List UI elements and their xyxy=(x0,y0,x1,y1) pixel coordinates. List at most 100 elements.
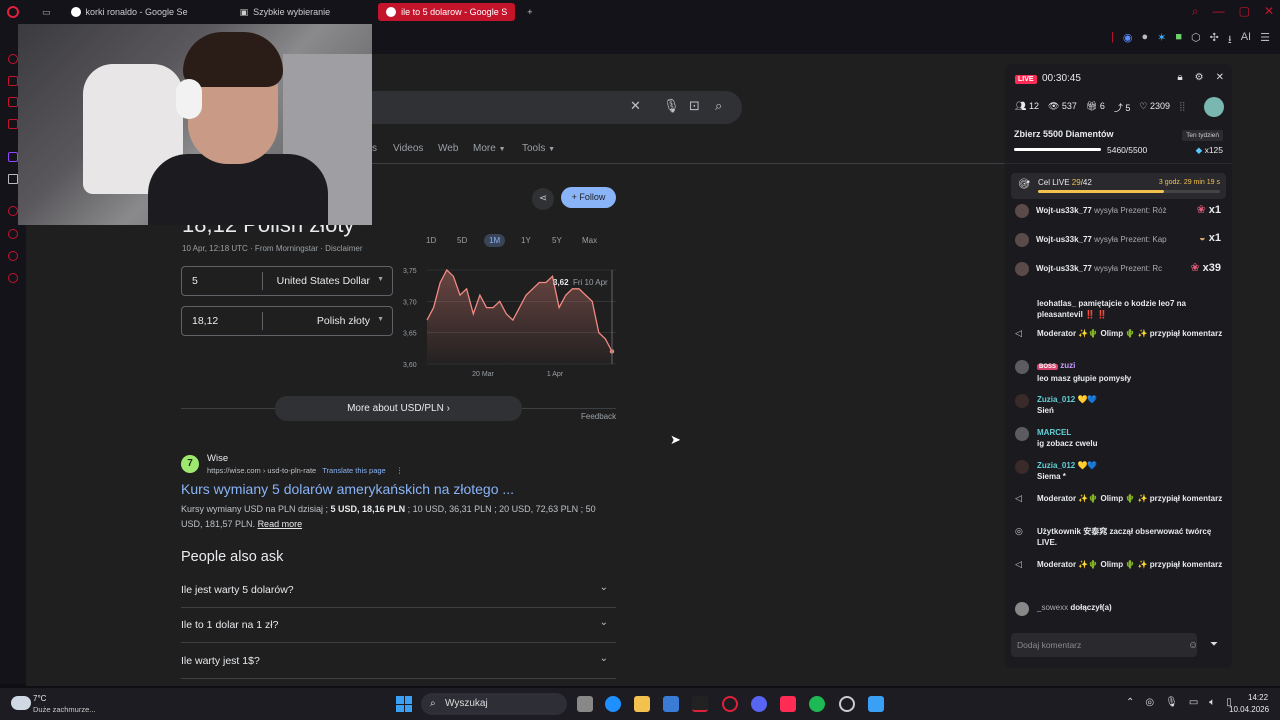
caret-down-icon[interactable]: ▼ xyxy=(377,316,384,323)
from-amount-input[interactable]: 5 xyxy=(192,275,198,287)
store-icon[interactable] xyxy=(663,696,679,712)
lock-icon[interactable]: 🔒︎ xyxy=(1177,72,1182,83)
puzzle-icon[interactable]: ✣ xyxy=(1210,31,1219,50)
chat-user[interactable]: Moderator ✨🌵 Olimp 🌵 ✨ xyxy=(1037,329,1148,338)
minimize-button[interactable]: — xyxy=(1213,4,1225,19)
weather-temp[interactable]: 7°C xyxy=(33,694,46,703)
comment-input[interactable]: Dodaj komentarz xyxy=(1011,633,1197,657)
extension-icon[interactable]: ⬡ xyxy=(1191,31,1201,50)
tab-active-search[interactable]: ile to 5 dolarow - Google S xyxy=(378,3,516,21)
x-icon[interactable] xyxy=(8,174,18,184)
follow-button[interactable]: + Follow xyxy=(561,187,616,208)
extension-icon[interactable]: ✶ xyxy=(1157,31,1166,50)
search-icon[interactable]: ⌕ xyxy=(715,98,722,114)
more-options-icon[interactable]: ⋮ xyxy=(396,466,404,475)
mic-icon[interactable]: 🎙︎ xyxy=(1165,697,1178,708)
taskbar-search[interactable]: Wyszukaj xyxy=(421,693,567,715)
clear-search-icon[interactable]: ✕ xyxy=(630,98,641,114)
search-tabs-icon[interactable]: ⌕ xyxy=(1192,4,1199,19)
filter-icon[interactable]: ⏷ xyxy=(1210,639,1218,650)
close-button[interactable]: ✕ xyxy=(1264,4,1274,19)
more-about-button[interactable]: More about USD/PLN › xyxy=(275,396,522,421)
result-title-link[interactable]: Kurs wymiany 5 dolarów amerykańskich na … xyxy=(181,481,514,497)
chat-user[interactable]: Zuzia_012 💛💙 xyxy=(1037,461,1097,470)
live-goal-box[interactable]: 🎯︎ Cel LIVE 29/42 3 godz. 29 min 19 s xyxy=(1011,173,1226,199)
result-url[interactable]: https://wise.com › usd-to-pln-rate Transl… xyxy=(207,466,403,475)
sidebar-icon[interactable] xyxy=(8,54,18,64)
sidebar-icon[interactable] xyxy=(8,119,18,129)
range-1y[interactable]: 1Y xyxy=(521,236,531,245)
avatar[interactable] xyxy=(1015,360,1029,374)
paa-question[interactable]: Ile jest warty 5 dolarów? ⌄ xyxy=(181,573,616,608)
sidebar-icon[interactable] xyxy=(8,206,18,216)
app-icon[interactable] xyxy=(692,696,708,712)
tab-speed-dial[interactable]: ▣ Szybkie wybieranie xyxy=(232,3,339,21)
twitch-icon[interactable] xyxy=(8,152,18,162)
chat-user[interactable]: Moderator ✨🌵 Olimp 🌵 ✨ xyxy=(1037,494,1148,503)
mic-icon[interactable]: 🎙 xyxy=(663,98,680,114)
chat-user[interactable]: Użytkownik 安泰窕 xyxy=(1037,527,1107,536)
result-site-name[interactable]: Wise xyxy=(207,453,228,464)
edge-icon[interactable] xyxy=(605,696,621,712)
nav-tab-videos[interactable]: Videos xyxy=(393,143,423,154)
chat-user[interactable]: Zuzia_012 💛💙 xyxy=(1037,395,1097,404)
spotify-icon[interactable] xyxy=(809,696,825,712)
search-input[interactable] xyxy=(372,91,742,124)
tab-workspaces[interactable]: ▭ xyxy=(34,3,59,21)
tiktok-icon[interactable] xyxy=(780,696,796,712)
usd-pln-chart[interactable]: 3,62 Fri 10 Apr 3,75 3,70 3,65 3,60 20 Mar 1 … xyxy=(400,262,620,380)
nav-tab-truncated[interactable]: s xyxy=(372,143,377,154)
gift-user[interactable]: Wojt-us33k_77 xyxy=(1036,206,1092,215)
avatar[interactable] xyxy=(1015,233,1029,247)
lens-icon[interactable]: ⊡ xyxy=(689,98,700,114)
avatar[interactable] xyxy=(1015,262,1029,276)
sidebar-icon[interactable] xyxy=(8,76,18,86)
range-max[interactable]: Max xyxy=(582,236,597,245)
discord-icon[interactable] xyxy=(751,696,767,712)
menu-icon[interactable]: ☰ xyxy=(1260,31,1270,50)
to-amount-input[interactable]: 18,12 xyxy=(192,315,218,327)
clock-time[interactable]: 14:22 xyxy=(1248,693,1268,702)
translate-link[interactable]: Translate this page xyxy=(322,466,386,475)
chat-user[interactable]: zuzi xyxy=(1060,361,1075,370)
avatar[interactable] xyxy=(1015,204,1029,218)
gift-user[interactable]: Wojt-us33k_77 xyxy=(1036,235,1092,244)
app-grid-icon[interactable] xyxy=(868,696,884,712)
close-icon[interactable]: ✕ xyxy=(1216,72,1224,83)
paa-question[interactable]: Ile warty jest 1$? ⌄ xyxy=(181,644,616,679)
nav-tab-tools[interactable]: Tools ▼ xyxy=(522,143,555,154)
new-tab-button[interactable]: + xyxy=(519,3,540,21)
opera-gx-icon[interactable] xyxy=(722,696,738,712)
extension-icon[interactable]: ● xyxy=(1142,31,1149,50)
history-icon[interactable] xyxy=(8,229,18,239)
task-view-icon[interactable] xyxy=(577,696,593,712)
network-icon[interactable]: ▭ xyxy=(1189,697,1198,708)
paa-question[interactable]: Ile to 1 dolar na 1 zł? ⌄ xyxy=(181,608,616,643)
avatar[interactable] xyxy=(1015,460,1029,474)
gift-user[interactable]: Wojt-us33k_77 xyxy=(1036,264,1092,273)
caret-down-icon[interactable]: ▼ xyxy=(377,276,384,283)
file-explorer-icon[interactable] xyxy=(634,696,650,712)
to-currency-select[interactable]: Polish złoty xyxy=(317,315,370,327)
start-button[interactable] xyxy=(396,696,412,712)
extension-icon[interactable]: ■ xyxy=(1175,31,1182,50)
tab-korki-ronaldo[interactable]: korki ronaldo - Google Se xyxy=(63,3,196,21)
chevron-up-icon[interactable]: ⌃ xyxy=(1126,697,1134,708)
settings-icon[interactable]: ⚙︎ xyxy=(1195,72,1204,83)
range-5d[interactable]: 5D xyxy=(457,236,467,245)
sync-icon[interactable]: ◎ xyxy=(1145,697,1154,708)
avatar[interactable] xyxy=(1015,427,1029,441)
download-icon[interactable]: ⭳ xyxy=(1228,31,1232,50)
maximize-button[interactable]: ▢ xyxy=(1239,4,1250,19)
cloud-icon[interactable] xyxy=(11,696,31,710)
emoji-icon[interactable]: ☺ xyxy=(1188,640,1198,651)
from-currency-select[interactable]: United States Dollar xyxy=(277,275,370,287)
grid-icon[interactable]: ⣿ xyxy=(1179,101,1186,114)
nav-tab-more[interactable]: More ▼ xyxy=(473,143,506,154)
chat-user[interactable]: MARCEL xyxy=(1037,428,1071,437)
clock-date[interactable]: 10.04.2026 xyxy=(1229,705,1269,714)
sidebar-icon[interactable] xyxy=(8,97,18,107)
volume-icon[interactable]: 🔈︎ xyxy=(1209,697,1215,708)
chat-user[interactable]: _sowexx xyxy=(1037,603,1068,612)
weather-condition[interactable]: Duże zachmurze... xyxy=(33,705,96,714)
